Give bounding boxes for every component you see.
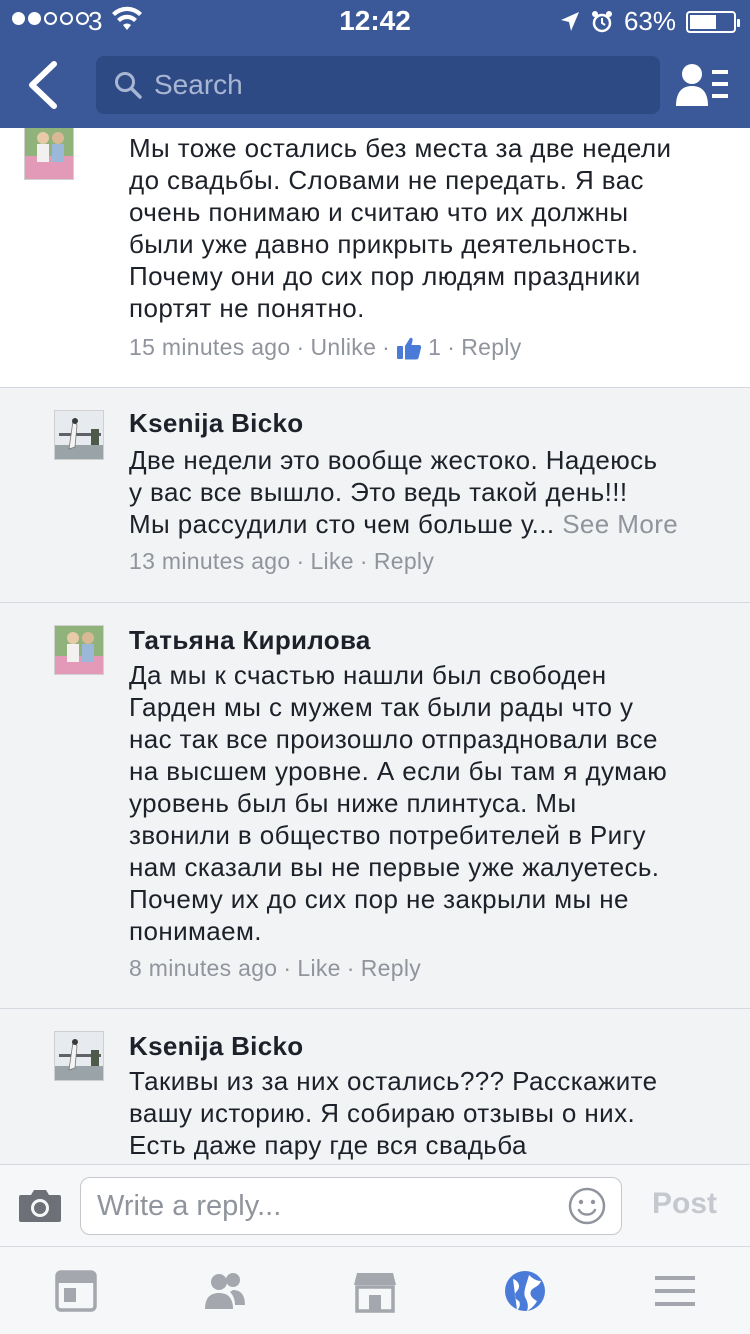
friend-requests-icon[interactable] <box>676 62 728 108</box>
comment-feed[interactable]: Мы тоже остались без места за две недели… <box>0 128 750 1164</box>
search-input[interactable]: Search <box>96 56 660 114</box>
reply-composer: Write a reply... Post <box>0 1164 750 1246</box>
avatar[interactable] <box>54 410 104 460</box>
reply-link[interactable]: Reply <box>361 955 421 982</box>
avatar[interactable] <box>24 128 74 180</box>
like-link[interactable]: Like <box>297 955 340 982</box>
reply-link[interactable]: Reply <box>374 548 434 575</box>
comment-meta: 13 minutes ago · Like · Reply <box>129 548 435 575</box>
comment-text: Мы тоже остались без места за две недели… <box>129 133 672 323</box>
camera-icon[interactable] <box>18 1187 62 1223</box>
menu-icon[interactable] <box>653 1269 697 1313</box>
emoji-icon[interactable] <box>567 1186 607 1226</box>
tab-bar <box>0 1246 750 1334</box>
battery-icon <box>686 10 740 33</box>
comment-item: Ksenija Bicko Такивы из за них остались?… <box>0 1009 750 1164</box>
marketplace-icon[interactable] <box>353 1269 397 1313</box>
avatar[interactable] <box>54 1031 104 1081</box>
comment-item: Ksenija Bicko Две недели это вообще жест… <box>0 388 750 603</box>
reply-input[interactable]: Write a reply... <box>80 1177 622 1235</box>
comment-timestamp: 8 minutes ago <box>129 955 278 981</box>
comment-meta: 15 minutes ago · Unlike · 1 · Reply <box>129 334 522 361</box>
comment-text: Да мы к счастью нашли был свободен Гарде… <box>129 660 668 946</box>
unlike-link[interactable]: Unlike <box>310 334 376 361</box>
like-count: 1 <box>428 334 442 360</box>
status-bar: 3 12:42 63% <box>0 0 750 40</box>
thumbs-up-icon <box>397 337 422 359</box>
top-bar: 3 12:42 63% Search <box>0 0 750 128</box>
comment-item: Мы тоже остались без места за две недели… <box>0 128 750 388</box>
reply-placeholder: Write a reply... <box>97 1189 282 1222</box>
comment-timestamp: 15 minutes ago <box>129 334 291 360</box>
comment-author[interactable]: Ksenija Bicko <box>129 408 303 439</box>
news-feed-icon[interactable] <box>54 1269 98 1313</box>
globe-notifications-icon[interactable] <box>503 1269 547 1313</box>
comment-author[interactable]: Ksenija Bicko <box>129 1031 303 1062</box>
comment-timestamp: 13 minutes ago <box>129 548 291 574</box>
see-more-link[interactable]: See More <box>562 509 678 539</box>
comment-text: Такивы из за них остались??? Расскажите … <box>129 1066 658 1160</box>
friends-icon[interactable] <box>203 1269 247 1313</box>
battery-percent: 63% <box>623 6 676 36</box>
comment-author[interactable]: Татьяна Кирилова <box>129 625 371 656</box>
comment-meta: 8 minutes ago · Like · Reply <box>129 955 422 982</box>
location-arrow-icon <box>560 11 579 31</box>
comment-text: Две недели это вообще жестоко. Надеюсь у… <box>129 444 739 540</box>
reply-link[interactable]: Reply <box>461 334 521 361</box>
alarm-icon <box>591 10 612 32</box>
post-button[interactable]: Post <box>652 1187 717 1221</box>
back-arrow-icon[interactable] <box>22 60 66 110</box>
search-icon <box>115 72 142 99</box>
search-placeholder: Search <box>154 69 243 100</box>
comment-item: Татьяна Кирилова Да мы к счастью нашли б… <box>0 603 750 1009</box>
avatar[interactable] <box>54 625 104 675</box>
like-link[interactable]: Like <box>310 548 353 575</box>
